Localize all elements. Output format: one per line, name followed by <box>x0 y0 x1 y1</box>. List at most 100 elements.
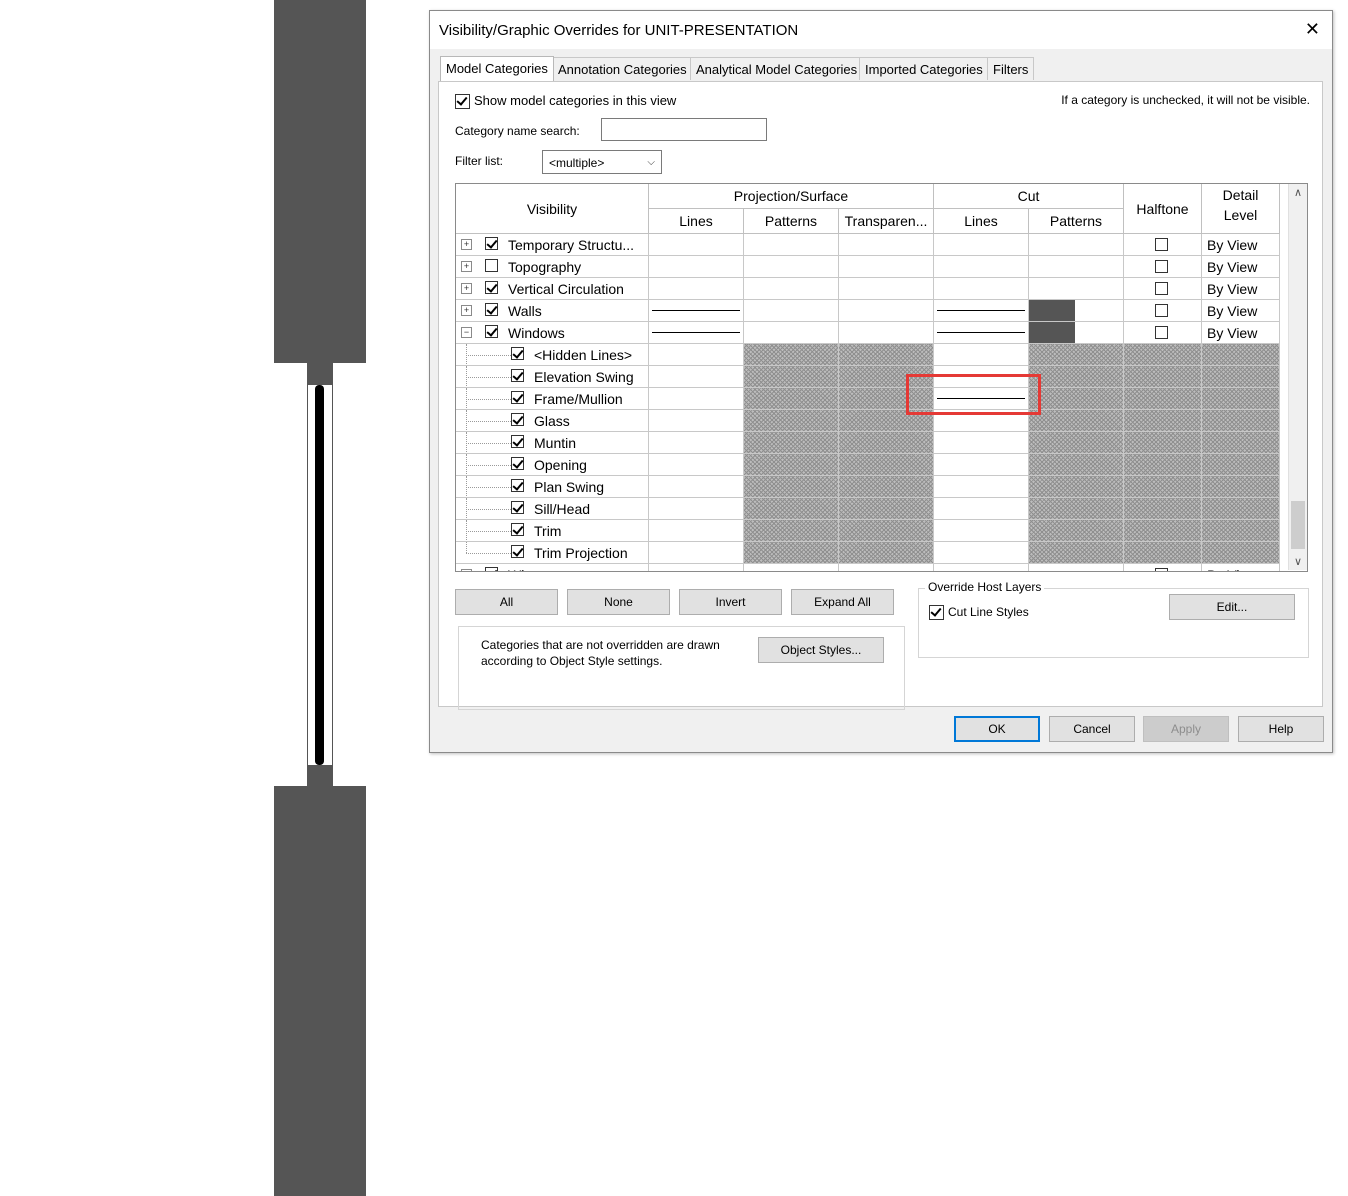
object-styles-button[interactable]: Object Styles... <box>758 637 884 663</box>
visibility-cell[interactable]: Sill/Head <box>456 498 649 520</box>
detail-cell[interactable] <box>1202 498 1280 520</box>
proj-patterns-cell[interactable] <box>744 366 839 388</box>
halftone-cell[interactable] <box>1124 454 1202 476</box>
halftone-cell[interactable] <box>1124 278 1202 300</box>
apply-button[interactable]: Apply <box>1143 716 1229 742</box>
cut-lines-cell[interactable] <box>934 542 1029 564</box>
category-search-input[interactable] <box>601 118 767 141</box>
category-visibility-checkbox[interactable] <box>485 325 498 338</box>
table-row[interactable]: Sill/Head <box>456 498 1288 520</box>
halftone-checkbox[interactable] <box>1155 568 1168 571</box>
proj-lines-cell[interactable] <box>649 322 744 344</box>
cut-lines-cell[interactable] <box>934 476 1029 498</box>
transparency-cell[interactable] <box>839 432 934 454</box>
cut-line-styles[interactable]: Cut Line Styles <box>929 605 1029 621</box>
cut-patterns-cell[interactable] <box>1029 410 1124 432</box>
category-visibility-checkbox[interactable] <box>485 303 498 316</box>
cut-patterns-cell[interactable] <box>1029 564 1124 571</box>
visibility-cell[interactable]: + Topography <box>456 256 649 278</box>
cut-lines-cell[interactable] <box>934 454 1029 476</box>
cut-patterns-cell[interactable] <box>1029 432 1124 454</box>
table-row[interactable]: <Hidden Lines> <box>456 344 1288 366</box>
edit-button[interactable]: Edit... <box>1169 594 1295 620</box>
header-detail-level[interactable]: Detail Level <box>1202 184 1280 234</box>
halftone-checkbox[interactable] <box>1155 326 1168 339</box>
cut-patterns-cell[interactable] <box>1029 322 1124 344</box>
expand-all-button[interactable]: Expand All <box>791 589 894 615</box>
filter-list-select[interactable]: <multiple> ⌵ <box>542 150 662 174</box>
category-visibility-checkbox[interactable] <box>485 237 498 250</box>
transparency-cell[interactable] <box>839 234 934 256</box>
transparency-cell[interactable] <box>839 322 934 344</box>
proj-lines-cell[interactable] <box>649 344 744 366</box>
help-button[interactable]: Help <box>1238 716 1324 742</box>
visibility-cell[interactable]: + Walls <box>456 300 649 322</box>
transparency-cell[interactable] <box>839 344 934 366</box>
none-button[interactable]: None <box>567 589 670 615</box>
visibility-cell[interactable]: Glass <box>456 410 649 432</box>
detail-cell[interactable] <box>1202 344 1280 366</box>
proj-lines-cell[interactable] <box>649 388 744 410</box>
proj-patterns-cell[interactable] <box>744 432 839 454</box>
category-visibility-checkbox[interactable] <box>511 501 524 514</box>
proj-patterns-cell[interactable] <box>744 234 839 256</box>
table-row[interactable]: Plan Swing <box>456 476 1288 498</box>
table-row[interactable]: Glass <box>456 410 1288 432</box>
proj-patterns-cell[interactable] <box>744 498 839 520</box>
tab-annotation-categories[interactable]: Annotation Categories <box>552 57 693 80</box>
proj-patterns-cell[interactable] <box>744 564 839 571</box>
table-row[interactable]: − Windows By View <box>456 322 1288 344</box>
detail-cell[interactable]: By View <box>1202 322 1280 344</box>
visibility-cell[interactable]: <Hidden Lines> <box>456 344 649 366</box>
table-row[interactable]: Frame/Mullion <box>456 388 1288 410</box>
visibility-cell[interactable]: Plan Swing <box>456 476 649 498</box>
invert-button[interactable]: Invert <box>679 589 782 615</box>
detail-cell[interactable] <box>1202 366 1280 388</box>
table-row[interactable]: Muntin <box>456 432 1288 454</box>
cancel-button[interactable]: Cancel <box>1049 716 1135 742</box>
detail-cell[interactable] <box>1202 432 1280 454</box>
dialog-titlebar[interactable]: Visibility/Graphic Overrides for UNIT-PR… <box>430 11 1332 49</box>
expand-icon[interactable]: + <box>461 283 472 294</box>
visibility-cell[interactable]: Muntin <box>456 432 649 454</box>
category-visibility-checkbox[interactable] <box>511 413 524 426</box>
expand-icon[interactable]: + <box>461 239 472 250</box>
expand-icon[interactable]: + <box>461 305 472 316</box>
proj-lines-cell[interactable] <box>649 564 744 571</box>
scrollbar-thumb[interactable] <box>1291 501 1305 549</box>
category-visibility-checkbox[interactable] <box>511 479 524 492</box>
proj-lines-cell[interactable] <box>649 300 744 322</box>
halftone-cell[interactable] <box>1124 256 1202 278</box>
category-visibility-checkbox[interactable] <box>485 259 498 272</box>
halftone-cell[interactable] <box>1124 542 1202 564</box>
transparency-cell[interactable] <box>839 476 934 498</box>
ok-button[interactable]: OK <box>954 716 1040 742</box>
halftone-cell[interactable] <box>1124 388 1202 410</box>
cut-patterns-cell[interactable] <box>1029 256 1124 278</box>
visibility-cell[interactable]: Trim Projection <box>456 542 649 564</box>
halftone-cell[interactable] <box>1124 498 1202 520</box>
table-row[interactable]: + Wi... By Vi... <box>456 564 1288 571</box>
transparency-cell[interactable] <box>839 564 934 571</box>
table-row[interactable]: + Temporary Structu... By View <box>456 234 1288 256</box>
cut-patterns-cell[interactable] <box>1029 344 1124 366</box>
header-visibility[interactable]: Visibility <box>456 184 649 234</box>
visibility-cell[interactable]: Elevation Swing <box>456 366 649 388</box>
detail-cell[interactable] <box>1202 542 1280 564</box>
table-row[interactable]: + Topography By View <box>456 256 1288 278</box>
cut-patterns-cell[interactable] <box>1029 476 1124 498</box>
cut-lines-cell[interactable] <box>934 256 1029 278</box>
tab-model-categories[interactable]: Model Categories <box>440 56 554 81</box>
chevron-down-icon[interactable]: ∨ <box>1289 555 1307 568</box>
detail-cell[interactable]: By View <box>1202 234 1280 256</box>
cut-lines-cell[interactable] <box>934 432 1029 454</box>
halftone-cell[interactable] <box>1124 432 1202 454</box>
category-visibility-checkbox[interactable] <box>485 567 498 571</box>
detail-cell[interactable] <box>1202 476 1280 498</box>
halftone-checkbox[interactable] <box>1155 282 1168 295</box>
proj-lines-cell[interactable] <box>649 366 744 388</box>
proj-lines-cell[interactable] <box>649 498 744 520</box>
cut-patterns-cell[interactable] <box>1029 454 1124 476</box>
transparency-cell[interactable] <box>839 542 934 564</box>
proj-lines-cell[interactable] <box>649 476 744 498</box>
